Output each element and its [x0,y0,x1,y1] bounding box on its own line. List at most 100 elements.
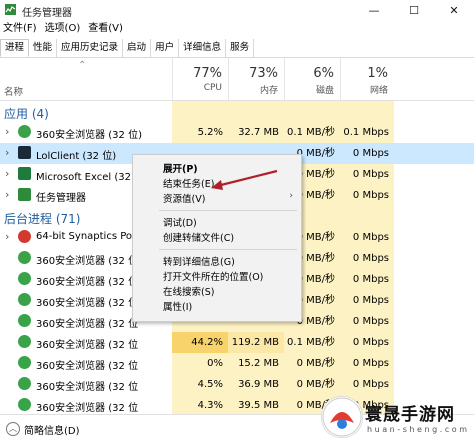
tab-processes[interactable]: 进程 [0,39,30,57]
browser-icon [18,377,31,390]
context-menu-item[interactable]: 调试(D) [163,215,197,229]
tab-performance[interactable]: 性能 [29,39,58,57]
table-row[interactable]: 360安全浏览器 (32 位 0% 15.2 MB 0 MB/秒 0 Mbps [0,353,474,374]
process-name: 360安全浏览器 (32 位 [36,298,139,309]
process-name: 360安全浏览器 (32 位 [36,340,139,351]
cell-net: 0 Mbps [340,164,394,185]
process-name: 任务管理器 [36,193,86,204]
tab-app-history[interactable]: 应用历史记录 [57,39,124,57]
task-manager-icon [5,4,16,15]
browser-icon [18,356,31,369]
tab-users[interactable]: 用户 [151,39,180,57]
menu-bar: 文件(F) 选项(O) 查看(V) [0,20,474,38]
browser-icon [18,335,31,348]
expand-chevron-icon[interactable]: › [5,146,9,159]
annotation-arrow-icon [211,169,278,190]
menu-options[interactable]: 选项(O) [45,20,81,38]
fewer-details-link[interactable]: 简略信息(D) [24,422,80,437]
expand-chevron-icon[interactable]: › [5,230,9,243]
excel-icon [18,167,31,180]
cell-cpu [172,101,228,122]
process-name: 360安全浏览器 (32 位) [36,130,142,141]
synaptics-icon [18,230,31,243]
column-cpu[interactable]: 77% CPU [172,58,228,100]
cell-mem: 39.5 MB [228,395,284,416]
column-name[interactable]: 名称 [4,84,23,98]
column-network[interactable]: 1% 网络 [340,58,394,100]
context-menu-item[interactable]: 打开文件所在的位置(O) [163,269,263,283]
cell-cpu: 0% [172,353,228,374]
cell-mem: 36.9 MB [228,374,284,395]
watermark-title: 寰晟手游网 [365,405,455,425]
group-header: 应用 (4) [0,101,474,122]
cell-disk [284,101,340,122]
maximize-button[interactable]: ☐ [394,0,434,20]
taskmgr-icon [18,188,31,201]
cell-net [340,206,394,227]
lol-icon [18,146,31,159]
process-name: 360安全浏览器 (32 位 [36,403,139,414]
expand-chevron-icon[interactable]: › [5,125,9,138]
cell-mem [228,101,284,122]
memory-label: 内存 [259,86,278,96]
menu-separator [159,249,297,250]
expand-chevron-icon[interactable]: › [5,167,9,180]
tab-services[interactable]: 服务 [226,39,255,57]
cell-net: 0 Mbps [340,332,394,353]
disk-total: 6% [313,66,334,81]
memory-total: 73% [249,66,278,81]
cell-net [340,101,394,122]
context-menu-item[interactable]: 属性(I) [163,299,192,313]
chevron-up-icon[interactable]: ︿ [6,422,20,436]
menu-file[interactable]: 文件(F) [3,20,37,38]
browser-icon [18,398,31,411]
cell-net: 0.1 Mbps [340,122,394,143]
cpu-total: 77% [193,66,222,81]
table-row[interactable]: › 360安全浏览器 (32 位) 5.2% 32.7 MB 0.1 MB/秒 0.1 M… [0,122,474,143]
group-label: 应用 (4) [4,107,49,121]
process-name: LolClient (32 位) [36,151,117,162]
sort-up-icon: ⌃ [78,60,87,71]
cell-net: 0 Mbps [340,143,394,164]
context-menu-item[interactable]: 展开(P) [163,161,198,175]
menu-view[interactable]: 查看(V) [88,20,123,38]
watermark: 寰晟手游网 h u a n - s h e n g . c o m [315,392,474,443]
context-menu-item[interactable]: 转到详细信息(G) [163,254,235,268]
cell-net: 0 Mbps [340,269,394,290]
watermark-logo-icon [321,396,363,438]
process-name: 360安全浏览器 (32 位 [36,277,139,288]
cell-mem: 32.7 MB [228,122,284,143]
context-menu-item[interactable]: 资源值(V) [163,191,205,205]
context-menu-item[interactable]: 创建转储文件(C) [163,230,234,244]
minimize-button[interactable]: — [354,0,394,20]
cell-net: 0 Mbps [340,248,394,269]
cell-net: 0 Mbps [340,311,394,332]
context-menu-item[interactable]: 在线搜索(S) [163,284,214,298]
cell-net: 0 Mbps [340,353,394,374]
disk-label: 磁盘 [315,86,334,96]
window-title: 任务管理器 [22,8,72,19]
browser-icon [18,314,31,327]
process-name: 360安全浏览器 (32 位 [36,382,139,393]
expand-chevron-icon[interactable]: › [5,188,9,201]
title-bar: 任务管理器 — ☐ ✕ [0,0,474,20]
cell-disk: 0.1 MB/秒 [284,122,340,143]
network-label: 网络 [369,86,388,96]
browser-icon [18,125,31,138]
cell-disk: 0.1 MB/秒 [284,332,340,353]
submenu-arrow-icon: › [289,191,293,201]
cell-cpu: 4.3% [172,395,228,416]
cell-net: 0 Mbps [340,185,394,206]
tab-details[interactable]: 详细信息 [179,39,227,57]
close-button[interactable]: ✕ [434,0,474,20]
process-name: 360安全浏览器 (32 位 [36,361,139,372]
browser-icon [18,272,31,285]
browser-icon [18,251,31,264]
column-memory[interactable]: 73% 内存 [228,58,284,100]
column-disk[interactable]: 6% 磁盘 [284,58,340,100]
menu-separator [159,210,297,211]
tab-startup[interactable]: 启动 [123,39,152,57]
process-name: 360安全浏览器 (32 位 [36,256,139,267]
cell-net: 0 Mbps [340,227,394,248]
table-row[interactable]: 360安全浏览器 (32 位 44.2% 119.2 MB 0.1 MB/秒 0 Mbp… [0,332,474,353]
